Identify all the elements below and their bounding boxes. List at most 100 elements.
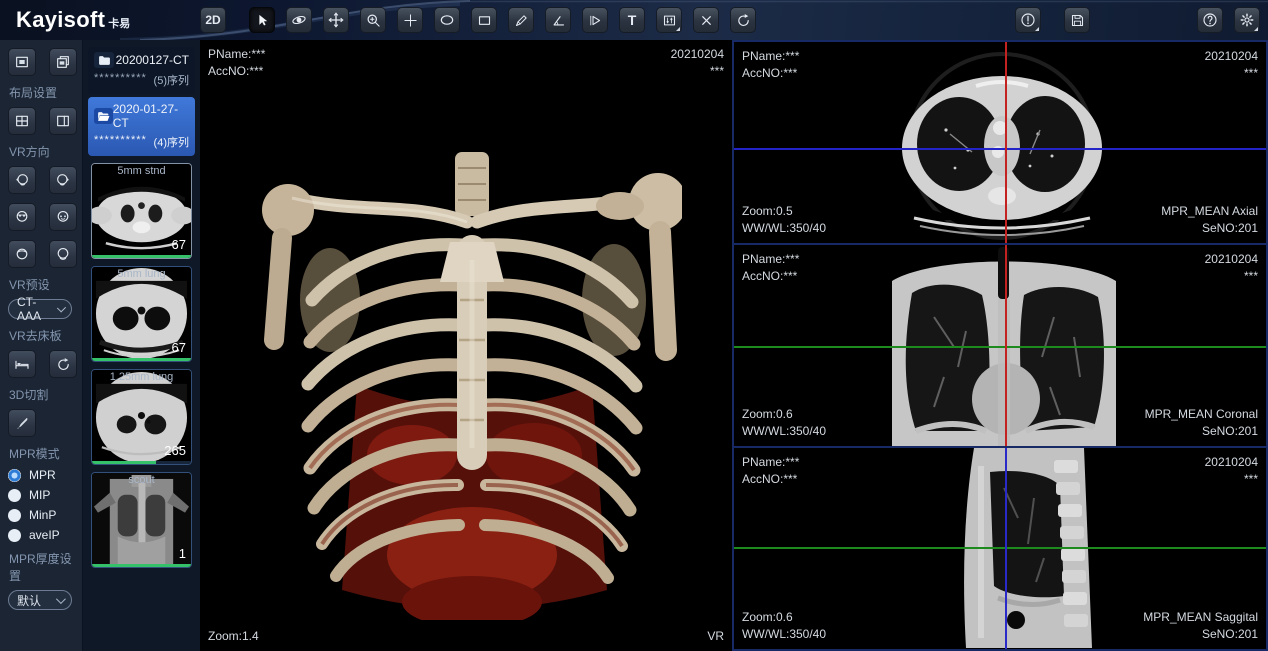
mpr-sagittal-viewport[interactable]: PName:***AccNO:*** 20210204*** Zoom:0.6W… xyxy=(732,448,1268,651)
left-sidebar: 布局设置 VR方向 xyxy=(0,40,83,651)
series-number-text: SeNO:201 xyxy=(1143,626,1258,643)
head-bottom-icon xyxy=(55,246,71,262)
layout-section-label: 布局设置 xyxy=(9,84,82,101)
accession-number-text: AccNO:*** xyxy=(742,65,799,82)
submenu-corner-mark xyxy=(676,27,680,31)
mpr-thickness-label: MPR厚度设置 xyxy=(9,550,82,584)
vr-direction-inferior-button[interactable] xyxy=(49,240,77,268)
vr-viewport[interactable]: PName:*** AccNO:*** 20210204 *** Zoom:1.… xyxy=(200,40,732,651)
vr-mode-text: VR xyxy=(707,628,724,645)
vr-direction-right-button[interactable] xyxy=(49,166,77,194)
save-button[interactable] xyxy=(1064,7,1090,33)
study-item-1[interactable]: 20200127-CT ********** (5)序列 xyxy=(88,47,195,94)
thumbnail-image-count: 67 xyxy=(172,340,186,355)
reset-circular-arrow-icon xyxy=(56,357,71,372)
mpr-plane-label: MPR_MEAN Coronal xyxy=(1145,406,1258,423)
series-thumbnail-125mm-lung[interactable]: 1.25mm lung 265 xyxy=(91,369,192,465)
mpr-axial-viewport[interactable]: PName:***AccNO:*** 20210204*** Zoom:0.5W… xyxy=(732,40,1268,245)
crosshair-icon xyxy=(403,13,418,28)
ellipse-icon xyxy=(439,12,455,28)
series-panel: 20200127-CT ********** (5)序列 2020-01-27-… xyxy=(83,40,200,651)
pan-icon xyxy=(328,12,344,28)
report-info-button[interactable] xyxy=(1015,7,1041,33)
delete-x-icon xyxy=(700,14,713,27)
cursor-tool-button[interactable] xyxy=(249,7,275,33)
layout-split-button[interactable] xyxy=(49,107,77,135)
accession-number-text: AccNO:*** xyxy=(742,268,799,285)
vr-direction-posterior-button[interactable] xyxy=(49,203,77,231)
angle-icon xyxy=(551,13,566,28)
remove-bed-button[interactable] xyxy=(8,350,36,378)
study-patient-masked: ********** xyxy=(94,72,147,88)
mpr-thickness-dropdown[interactable]: 默认 xyxy=(8,590,72,610)
masked-text: *** xyxy=(671,63,724,80)
angle-measure-tool-button[interactable] xyxy=(545,7,571,33)
series-thumbnail-5mm-stnd[interactable]: 5mm stnd 67 xyxy=(91,163,192,259)
layout-grid-icon xyxy=(14,113,30,129)
series-thumbnail-5mm-lung[interactable]: 5mm lung 67 xyxy=(91,266,192,362)
chevron-down-icon xyxy=(56,594,66,604)
masked-text: *** xyxy=(1205,471,1258,488)
head-right-icon xyxy=(55,172,71,188)
text-annotation-tool-button[interactable]: T xyxy=(619,7,645,33)
study-date-text: 20210204 xyxy=(1205,48,1258,65)
series-thumbnail-scout[interactable]: scout 1 xyxy=(91,472,192,568)
vr-direction-superior-button[interactable] xyxy=(8,240,36,268)
vr-direction-label: VR方向 xyxy=(9,143,82,160)
head-top-icon xyxy=(14,246,30,262)
layout-stack-button[interactable] xyxy=(49,48,77,76)
radio-selected-icon xyxy=(8,469,21,482)
crosshair-tool-button[interactable] xyxy=(397,7,423,33)
mode-2d-button[interactable]: 2D xyxy=(200,7,226,33)
mpr-mode-option-minp[interactable]: MinP xyxy=(8,508,82,522)
mpr-coronal-viewport[interactable]: PName:***AccNO:*** 20210204*** Zoom:0.6W… xyxy=(732,245,1268,448)
delete-annotation-tool-button[interactable] xyxy=(693,7,719,33)
coronal-horizontal-reference-line[interactable] xyxy=(734,346,1266,348)
ellipse-roi-tool-button[interactable] xyxy=(434,7,460,33)
cobb-angle-icon xyxy=(588,13,603,28)
reset-circular-arrow-icon xyxy=(736,13,751,28)
rotate-3d-tool-button[interactable] xyxy=(286,7,312,33)
masked-text: *** xyxy=(1205,268,1258,285)
vr-ribcage-rendering xyxy=(262,150,682,620)
reset-view-button[interactable] xyxy=(730,7,756,33)
masked-text: *** xyxy=(1205,65,1258,82)
mpr-mode-option-mip[interactable]: MIP xyxy=(8,488,82,502)
radio-icon xyxy=(8,489,21,502)
vr-preset-dropdown[interactable]: CT-AAA xyxy=(8,299,72,319)
layout-stack-icon xyxy=(55,54,71,70)
pan-tool-button[interactable] xyxy=(323,7,349,33)
scalpel-cut-button[interactable] xyxy=(8,409,36,437)
sagittal-vertical-reference-line[interactable] xyxy=(1005,448,1007,649)
study-title: 2020-01-27-CT xyxy=(113,102,189,130)
mpr-mode-option-mpr[interactable]: MPR xyxy=(8,468,82,482)
vr-direction-anterior-button[interactable] xyxy=(8,203,36,231)
study-item-2-selected[interactable]: 2020-01-27-CT ********** (4)序列 xyxy=(88,97,195,156)
sagittal-horizontal-reference-line[interactable] xyxy=(734,547,1266,549)
floppy-save-icon xyxy=(1070,13,1085,28)
rectangle-roi-tool-button[interactable] xyxy=(471,7,497,33)
axial-horizontal-reference-line[interactable] xyxy=(734,148,1266,150)
mpr-mode-option-aveip[interactable]: aveIP xyxy=(8,528,82,542)
zoom-tool-button[interactable] xyxy=(360,7,386,33)
layout-grid-2x2-button[interactable] xyxy=(8,107,36,135)
zoom-factor-text: Zoom:0.6 xyxy=(742,406,826,423)
help-button[interactable] xyxy=(1197,7,1223,33)
window-level-text: WW/WL:350/40 xyxy=(742,423,826,440)
rotate-3d-icon xyxy=(291,12,307,28)
vr-preset-value: CT-AAA xyxy=(17,295,57,323)
vr-direction-left-button[interactable] xyxy=(8,166,36,194)
mode-2d-label: 2D xyxy=(205,13,220,27)
coronal-vertical-reference-line[interactable] xyxy=(1005,245,1007,446)
window-level-tool-button[interactable] xyxy=(656,7,682,33)
layout-single-button[interactable] xyxy=(8,48,36,76)
thumbnail-progress-bar xyxy=(92,358,191,361)
app-logo: Kayisoft 卡易 xyxy=(0,7,200,33)
vr-zoom-text: Zoom:1.4 xyxy=(208,628,259,645)
axial-vertical-reference-line[interactable] xyxy=(1005,42,1007,243)
cobb-angle-tool-button[interactable] xyxy=(582,7,608,33)
length-measure-tool-button[interactable] xyxy=(508,7,534,33)
bed-reset-button[interactable] xyxy=(49,350,77,378)
settings-button[interactable] xyxy=(1234,7,1260,33)
folder-open-icon xyxy=(94,108,113,124)
